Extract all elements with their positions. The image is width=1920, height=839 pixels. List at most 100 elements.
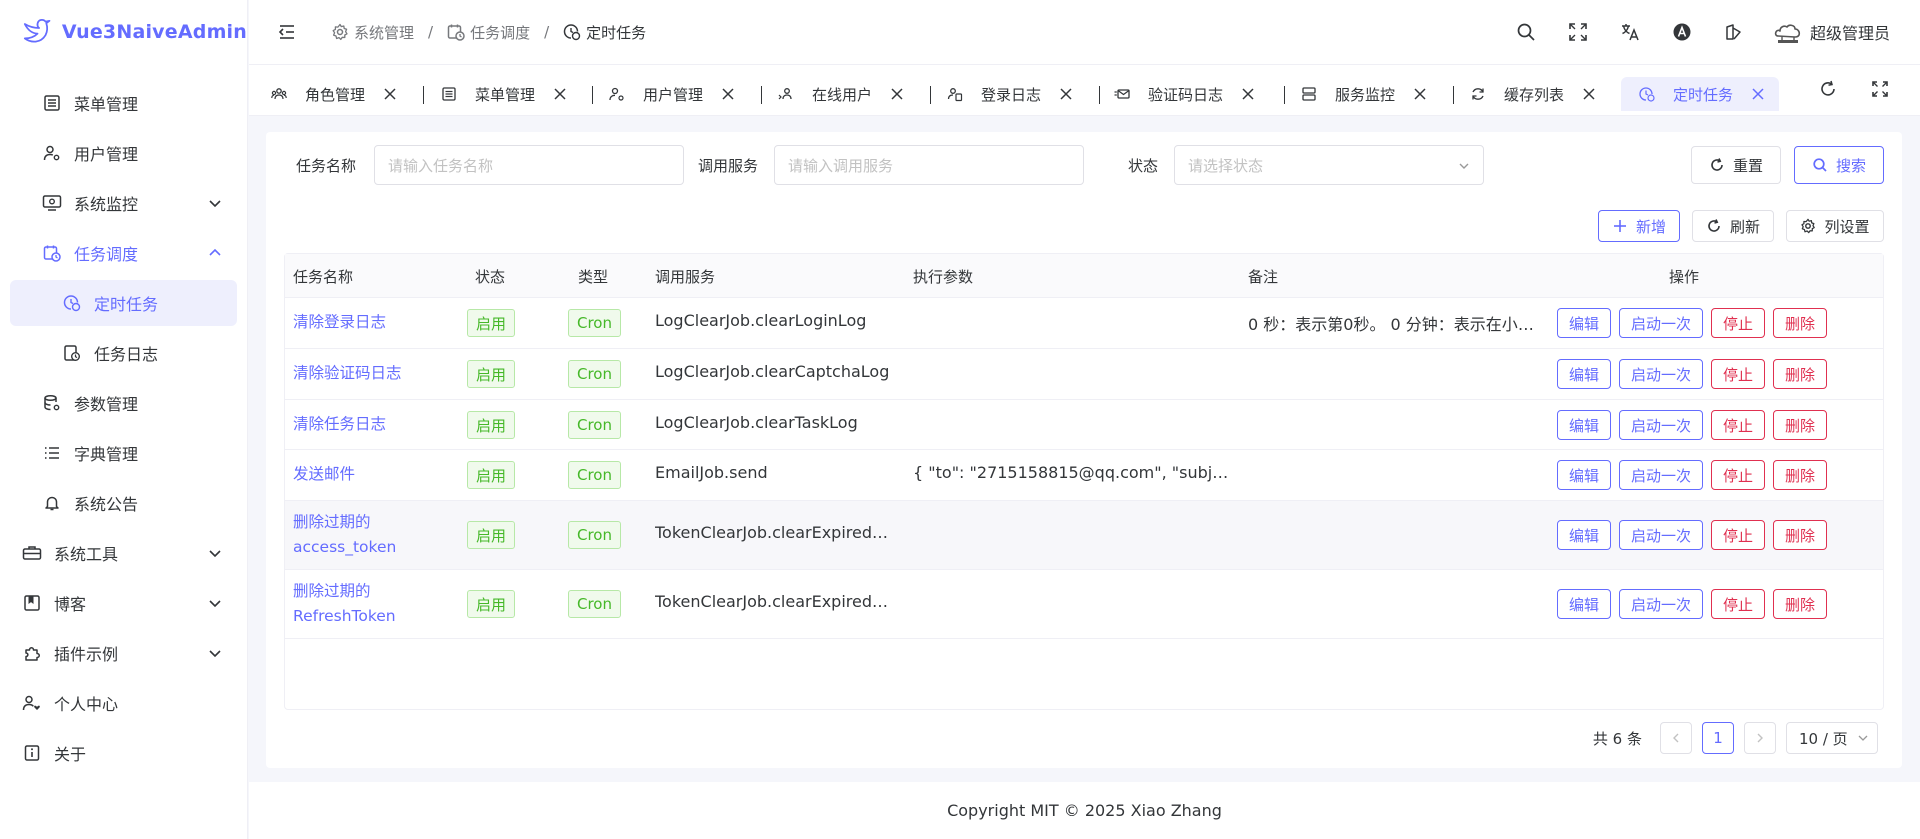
tab-menu-manage[interactable]: 菜单管理	[441, 77, 567, 111]
page-number[interactable]: 1	[1702, 722, 1734, 754]
sidebar-item-label: 定时任务	[94, 295, 159, 314]
status-select[interactable]: 请选择状态	[1174, 145, 1484, 185]
edit-button[interactable]: 编辑	[1557, 460, 1611, 490]
run-once-button[interactable]: 启动一次	[1619, 520, 1703, 550]
edit-button[interactable]: 编辑	[1557, 589, 1611, 619]
edit-button[interactable]: 编辑	[1557, 359, 1611, 389]
sidebar-item-system-monitor[interactable]: 系统监控	[10, 180, 237, 226]
column-header[interactable]: 类型	[578, 266, 608, 287]
logo[interactable]: Vue3NaiveAdmin	[0, 0, 247, 64]
close-icon[interactable]	[1241, 87, 1255, 101]
column-header[interactable]: 执行参数	[913, 266, 973, 287]
search-icon[interactable]	[1516, 22, 1536, 42]
sidebar-item-param-manage[interactable]: 参数管理	[10, 380, 237, 426]
edit-button[interactable]: 编辑	[1557, 308, 1611, 338]
reset-button[interactable]: 重置	[1691, 146, 1781, 184]
service-placeholder: 请输入调用服务	[788, 156, 894, 175]
stop-button[interactable]: 停止	[1711, 410, 1765, 440]
tab-server-monitor[interactable]: 服务监控	[1301, 77, 1427, 111]
search-button[interactable]: 搜索	[1794, 146, 1884, 184]
sidebar-item-profile[interactable]: 个人中心	[10, 680, 237, 726]
sidebar-item-about[interactable]: 关于	[10, 730, 237, 776]
filter-form: 任务名称 请输入任务名称 调用服务 请输入调用服务 状态 请选择状态	[296, 145, 1902, 185]
delete-button[interactable]: 删除	[1773, 410, 1827, 440]
close-icon[interactable]	[1059, 87, 1073, 101]
refresh-button[interactable]: 刷新	[1692, 210, 1774, 242]
task-name-input[interactable]: 请输入任务名称	[374, 145, 684, 185]
run-once-button[interactable]: 启动一次	[1619, 308, 1703, 338]
run-once-button[interactable]: 启动一次	[1619, 589, 1703, 619]
service-input[interactable]: 请输入调用服务	[774, 145, 1084, 185]
task-name-link[interactable]: 删除过期的 access_token	[293, 510, 403, 560]
stop-button[interactable]: 停止	[1711, 520, 1765, 550]
sidebar-item-announcement[interactable]: 系统公告	[10, 480, 237, 526]
table-header: 任务名称 状态 类型 调用服务 执行参数 备注 操作	[285, 254, 1883, 298]
close-icon[interactable]	[1413, 87, 1427, 101]
sidebar-item-blog[interactable]: 博客	[10, 580, 237, 626]
tab-role-manage[interactable]: 角色管理	[271, 77, 397, 111]
delete-button[interactable]: 删除	[1773, 308, 1827, 338]
prev-page-button[interactable]	[1660, 722, 1692, 754]
fullscreen-icon[interactable]	[1568, 22, 1588, 42]
sidebar-item-menu-manage[interactable]: 菜单管理	[10, 80, 237, 126]
close-icon[interactable]	[1751, 87, 1765, 101]
theme-toggle-icon[interactable]	[1724, 22, 1744, 42]
delete-button[interactable]: 删除	[1773, 359, 1827, 389]
translate-icon[interactable]	[1620, 22, 1640, 42]
task-name-link[interactable]: 发送邮件	[293, 462, 355, 487]
task-name-link[interactable]: 清除登录日志	[293, 310, 386, 335]
sidebar-item-task-log[interactable]: 任务日志	[10, 330, 237, 376]
edit-button[interactable]: 编辑	[1557, 520, 1611, 550]
close-icon[interactable]	[553, 87, 567, 101]
chevron-down-icon	[209, 650, 221, 658]
tab-online-users[interactable]: 在线用户	[778, 77, 904, 111]
add-button[interactable]: 新增	[1598, 210, 1680, 242]
tab-user-manage[interactable]: 用户管理	[609, 77, 735, 111]
close-icon[interactable]	[890, 87, 904, 101]
column-header[interactable]: 状态	[475, 266, 505, 287]
run-once-button[interactable]: 启动一次	[1619, 460, 1703, 490]
next-page-button[interactable]	[1744, 722, 1776, 754]
column-header[interactable]: 调用服务	[655, 266, 715, 287]
run-once-button[interactable]: 启动一次	[1619, 359, 1703, 389]
breadcrumb-item-task-schedule[interactable]: 任务调度	[447, 22, 530, 43]
column-header[interactable]: 任务名称	[293, 266, 353, 287]
sidebar-item-plugin-examples[interactable]: 插件示例	[10, 630, 237, 676]
delete-button[interactable]: 删除	[1773, 460, 1827, 490]
tab-login-log[interactable]: 登录日志	[947, 77, 1073, 111]
sidebar-item-cron-task[interactable]: 定时任务	[10, 280, 237, 326]
stop-button[interactable]: 停止	[1711, 589, 1765, 619]
reload-icon[interactable]	[1818, 79, 1838, 99]
stop-button[interactable]: 停止	[1711, 359, 1765, 389]
sidebar-item-user-manage[interactable]: 用户管理	[10, 130, 237, 176]
stop-button[interactable]: 停止	[1711, 308, 1765, 338]
sidebar-item-task-schedule[interactable]: 任务调度	[10, 230, 237, 276]
task-name-link[interactable]: 清除验证码日志	[293, 361, 402, 386]
maximize-icon[interactable]	[1870, 79, 1890, 99]
breadcrumb-label: 任务调度	[470, 23, 531, 42]
tab-captcha-log[interactable]: 验证码日志	[1114, 77, 1255, 111]
breadcrumb-item-system-manage[interactable]: 系统管理	[331, 22, 414, 43]
close-icon[interactable]	[1582, 87, 1596, 101]
sidebar-item-dict-manage[interactable]: 字典管理	[10, 430, 237, 476]
stop-button[interactable]: 停止	[1711, 460, 1765, 490]
sidebar-item-label: 博客	[54, 595, 87, 614]
sidebar-item-label: 系统监控	[74, 195, 139, 214]
close-icon[interactable]	[383, 87, 397, 101]
delete-button[interactable]: 删除	[1773, 589, 1827, 619]
menu-fold-icon[interactable]	[277, 22, 297, 42]
page-size-select[interactable]: 10 / 页	[1786, 722, 1878, 754]
task-name-link[interactable]: 清除任务日志	[293, 412, 386, 437]
user-menu[interactable]: 超级管理员	[1772, 16, 1890, 48]
close-icon[interactable]	[721, 87, 735, 101]
tab-cron-task[interactable]: 定时任务	[1621, 77, 1780, 111]
run-once-button[interactable]: 启动一次	[1619, 410, 1703, 440]
tab-cache-list[interactable]: 缓存列表	[1470, 77, 1596, 111]
theme-a-icon[interactable]	[1672, 22, 1692, 42]
sidebar-item-system-tools[interactable]: 系统工具	[10, 530, 237, 576]
task-name-link[interactable]: 删除过期的 RefreshToken	[293, 579, 403, 629]
column-settings-button[interactable]: 列设置	[1786, 210, 1884, 242]
column-header[interactable]: 备注	[1248, 266, 1278, 287]
edit-button[interactable]: 编辑	[1557, 410, 1611, 440]
delete-button[interactable]: 删除	[1773, 520, 1827, 550]
